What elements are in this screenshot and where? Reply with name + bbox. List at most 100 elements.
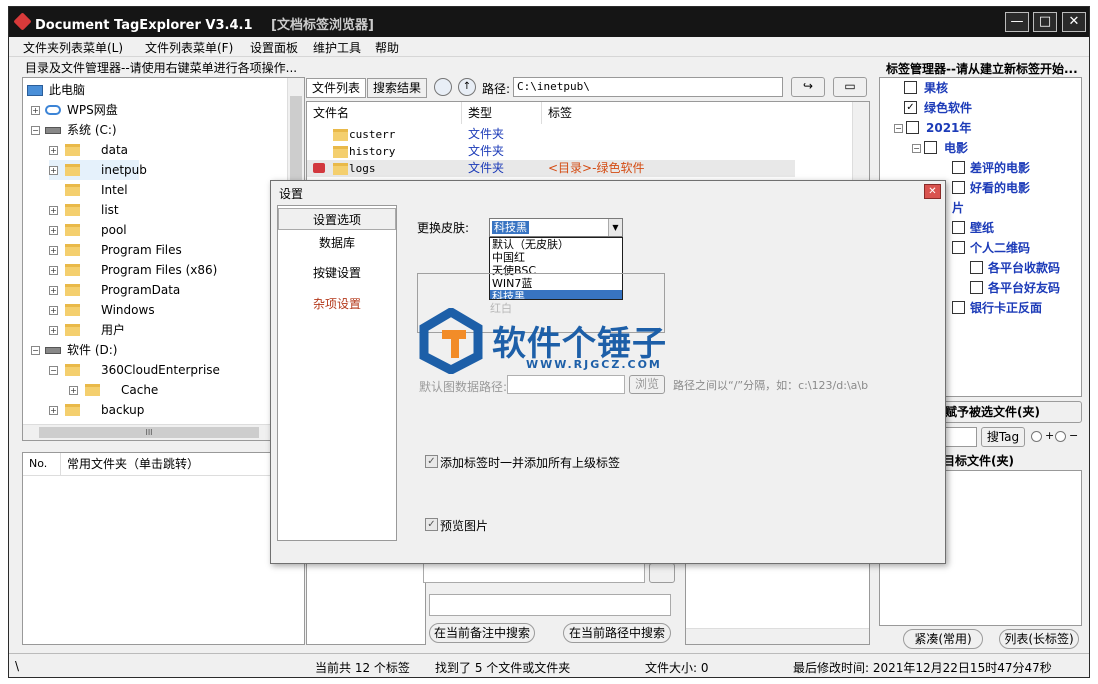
tag-checkbox[interactable] [952, 221, 965, 234]
notes-save-button[interactable] [649, 563, 675, 583]
path-input[interactable]: C:\inetpub\ [513, 77, 783, 97]
nav-misc-settings[interactable]: 杂项设置 [278, 293, 396, 315]
tag-item[interactable]: 壁纸 [942, 218, 994, 238]
tag-item[interactable]: 果核 [894, 78, 948, 98]
tree-item-drive-d[interactable]: − 软件 (D:) [31, 340, 117, 360]
expand-icon[interactable]: + [49, 306, 58, 315]
tab-search-results[interactable]: 搜索结果 [367, 78, 427, 98]
menu-folder-list[interactable]: 文件夹列表菜单(L) [23, 39, 123, 56]
search-input[interactable] [429, 594, 671, 616]
expand-icon[interactable]: + [49, 406, 58, 415]
expand-icon[interactable]: + [49, 206, 58, 215]
file-list-scrollbar[interactable] [852, 102, 869, 180]
file-row[interactable]: custerr 文件夹 [307, 126, 795, 143]
back-icon[interactable] [434, 78, 452, 96]
up-icon[interactable]: ↑ [458, 78, 476, 96]
compact-view-button[interactable]: 紧凑(常用) [903, 629, 983, 649]
search-path-button[interactable]: 在当前路径中搜索 [563, 623, 671, 643]
expand-icon[interactable]: + [69, 386, 78, 395]
col-type[interactable]: 类型 [462, 102, 542, 124]
radio-minus[interactable] [1055, 431, 1066, 442]
info-scrollbar[interactable] [686, 628, 869, 644]
tree-item-backup[interactable]: + backup [49, 400, 144, 420]
tree-item-programdata[interactable]: + ProgramData [49, 280, 180, 300]
expand-icon[interactable]: + [49, 226, 58, 235]
tree-horizontal-scrollbar[interactable]: III [23, 424, 287, 440]
chevron-down-icon[interactable]: ▼ [608, 219, 622, 236]
tag-item[interactable]: 差评的电影 [942, 158, 1030, 178]
tree-item-wps[interactable]: + WPS网盘 [31, 100, 118, 120]
col-filename[interactable]: 文件名 [307, 102, 462, 124]
tag-item[interactable]: − 电影 [912, 138, 968, 158]
search-tag-button[interactable]: 搜Tag [981, 427, 1025, 447]
fav-col-folder[interactable]: 常用文件夹（单击跳转） [61, 453, 304, 475]
tree-item-program-files[interactable]: + Program Files [49, 240, 182, 260]
open-folder-icon[interactable]: ▭ [833, 77, 867, 97]
col-tag[interactable]: 标签 [542, 102, 869, 124]
radio-plus[interactable] [1031, 431, 1042, 442]
collapse-icon[interactable]: − [894, 124, 903, 133]
tag-checkbox[interactable] [952, 161, 965, 174]
tree-item-program-files-x86[interactable]: + Program Files (x86) [49, 260, 217, 280]
tag-checkbox[interactable] [970, 281, 983, 294]
list-view-button[interactable]: 列表(长标签) [999, 629, 1079, 649]
fav-col-no[interactable]: No. [23, 453, 61, 475]
menu-maintenance[interactable]: 维护工具 [313, 39, 361, 56]
tag-checkbox[interactable] [904, 81, 917, 94]
menu-settings[interactable]: 设置面板 [250, 39, 298, 56]
tree-item-users[interactable]: + 用户 [49, 320, 125, 340]
preview-images-checkbox[interactable]: ✓ [425, 518, 438, 531]
tree-item-intel[interactable]: Intel [49, 180, 128, 200]
tree-item-data[interactable]: + data [49, 140, 128, 160]
search-notes-button[interactable]: 在当前备注中搜索 [429, 623, 535, 643]
tag-checkbox[interactable] [924, 141, 937, 154]
tree-item-windows[interactable]: + Windows [49, 300, 155, 320]
collapse-icon[interactable]: − [31, 126, 40, 135]
add-parent-tags-checkbox[interactable]: ✓ [425, 455, 438, 468]
tag-item[interactable]: 好看的电影 [942, 178, 1030, 198]
menu-file-list[interactable]: 文件列表菜单(F) [145, 39, 233, 56]
expand-icon[interactable]: + [31, 106, 40, 115]
expand-icon[interactable]: + [49, 266, 58, 275]
skin-option[interactable]: 中国红 [490, 251, 622, 264]
tree-item-inetpub[interactable]: + inetpub [49, 160, 147, 180]
tag-item[interactable]: 银行卡正反面 [942, 298, 1042, 318]
tree-item-list[interactable]: + list [49, 200, 119, 220]
tag-item[interactable]: ✓ 绿色软件 [894, 98, 972, 118]
tag-item[interactable]: 各平台好友码 [960, 278, 1060, 298]
expand-icon[interactable]: + [49, 166, 58, 175]
hscroll-thumb[interactable]: III [39, 427, 259, 438]
tag-checkbox[interactable] [906, 121, 919, 134]
tree-item-this-pc[interactable]: 此电脑 [27, 80, 85, 100]
close-button[interactable]: ✕ [1062, 12, 1086, 32]
maximize-button[interactable]: □ [1033, 12, 1057, 32]
dialog-close-icon[interactable]: ✕ [924, 184, 941, 199]
expand-icon[interactable]: + [49, 146, 58, 155]
collapse-icon[interactable]: − [31, 346, 40, 355]
menu-help[interactable]: 帮助 [375, 39, 399, 56]
tag-checkbox[interactable]: ✓ [904, 101, 917, 114]
file-row[interactable]: history 文件夹 [307, 143, 795, 160]
tree-item-pool[interactable]: + pool [49, 220, 127, 240]
tag-checkbox[interactable] [952, 301, 965, 314]
collapse-icon[interactable]: − [912, 144, 921, 153]
tag-item[interactable]: 各平台收款码 [960, 258, 1060, 278]
tag-item[interactable]: − 2021年 [894, 118, 971, 138]
expand-icon[interactable]: + [49, 246, 58, 255]
tag-checkbox[interactable] [952, 241, 965, 254]
tag-item[interactable]: 个人二维码 [942, 238, 1030, 258]
tree-item-drive-c[interactable]: − 系统 (C:) [31, 120, 117, 140]
expand-icon[interactable]: + [49, 286, 58, 295]
skin-select[interactable]: 科技黑 ▼ [489, 218, 623, 237]
tab-file-list[interactable]: 文件列表 [306, 78, 366, 98]
collapse-icon[interactable]: − [49, 366, 58, 375]
tree-item-360cloud[interactable]: − 360CloudEnterprise [49, 360, 220, 380]
tag-checkbox[interactable] [970, 261, 983, 274]
nav-database[interactable]: 数据库 [278, 232, 396, 254]
nav-key-settings[interactable]: 按键设置 [278, 262, 396, 284]
minimize-button[interactable]: — [1005, 12, 1029, 32]
go-arrow-icon[interactable]: ↪ [791, 77, 825, 97]
file-row[interactable]: logs 文件夹 <目录>-绿色软件 [307, 160, 795, 177]
skin-option[interactable]: 默认（无皮肤） [490, 238, 622, 251]
nav-settings-options[interactable]: 设置选项 [278, 208, 396, 230]
